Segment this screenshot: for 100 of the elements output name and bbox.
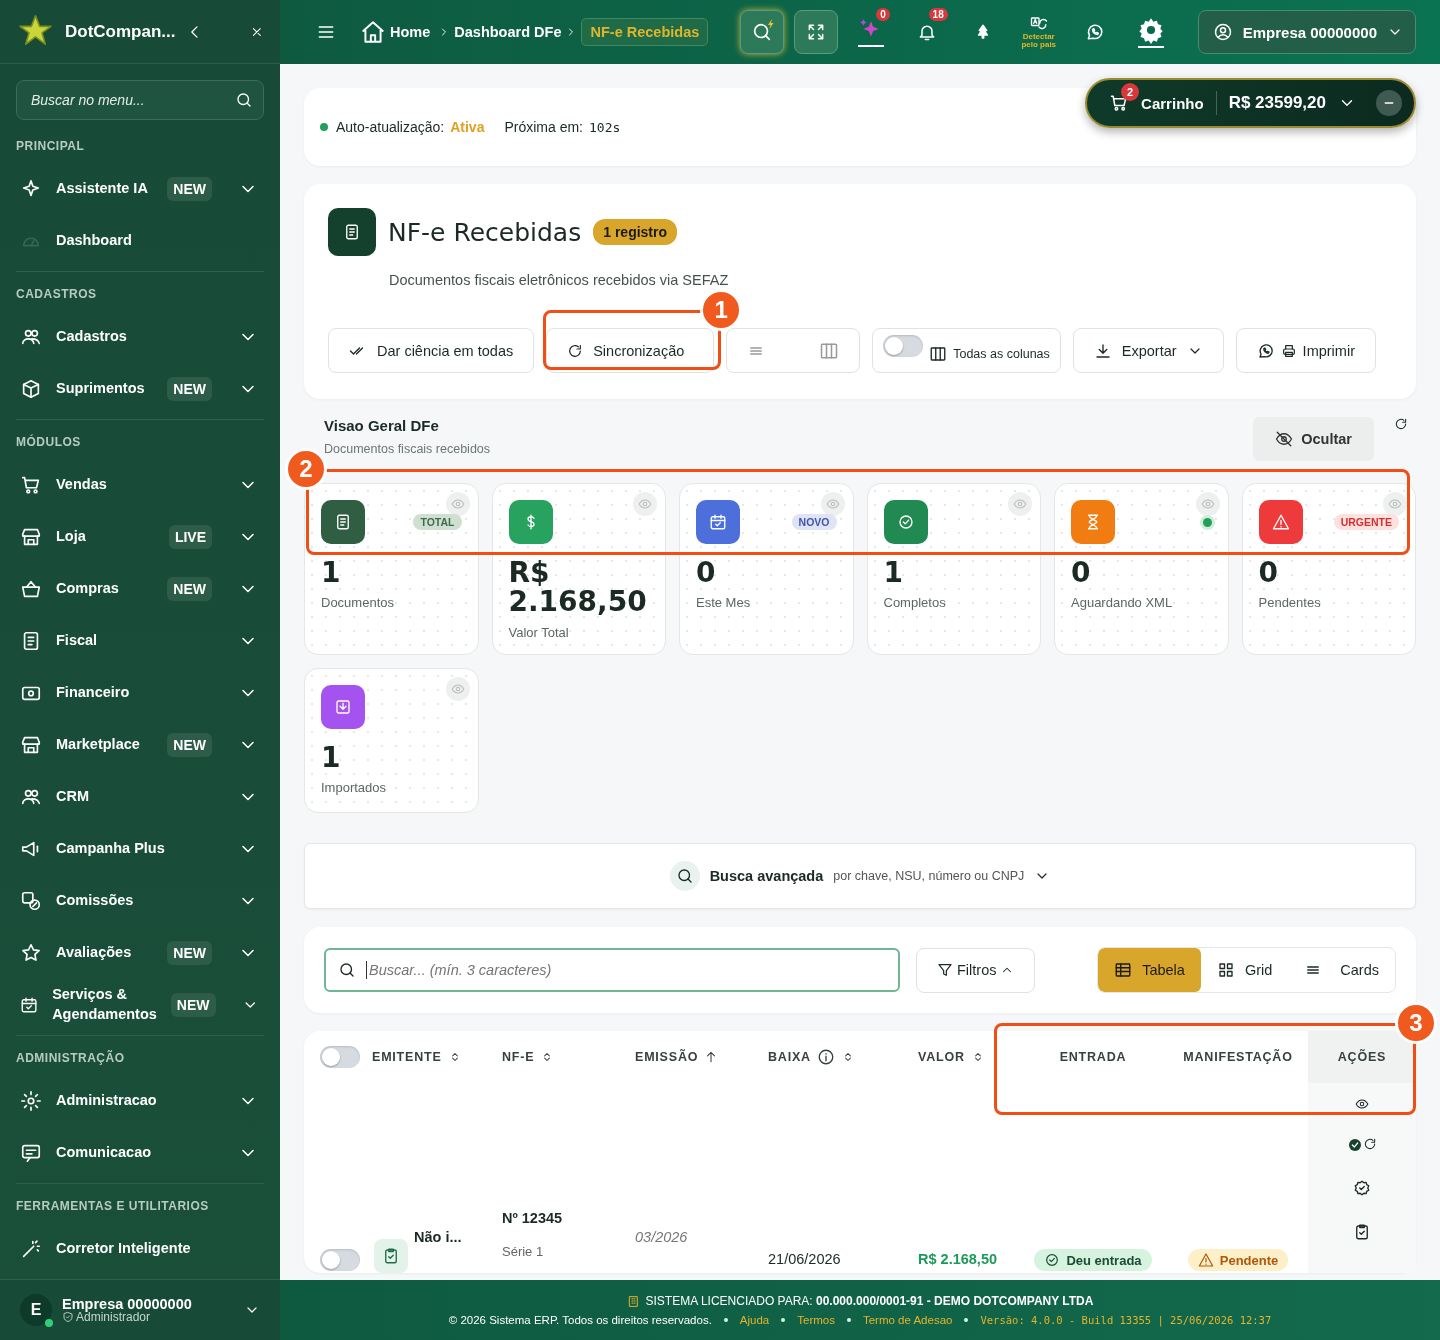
section-title: Visao Geral DFe: [324, 417, 440, 434]
menu-item[interactable]: Vendas: [0, 459, 280, 511]
menu-item[interactable]: Administracao: [0, 1075, 280, 1127]
cart-widget[interactable]: 2 Carrinho R$ 23599,20: [1085, 78, 1416, 128]
stat-label: Completos: [883, 595, 947, 611]
account-menu[interactable]: Empresa 00000000: [1197, 10, 1416, 54]
advanced-search-toggle[interactable]: Busca avançada por chave, NSU, número ou CNPJ: [304, 843, 1416, 909]
new-badge: NEW: [167, 941, 212, 965]
next-update-label: Próxima em:: [504, 119, 583, 135]
eye-off-icon: [1275, 430, 1294, 448]
footer-link[interactable]: Termo de Adesao: [862, 1314, 953, 1326]
view-tab[interactable]: Cards: [1288, 948, 1395, 992]
menu-item[interactable]: Avaliações NEW: [0, 927, 280, 979]
menu-search-input[interactable]: Buscar no menu...: [29, 91, 235, 109]
brand-name: DotCompan...: [65, 21, 176, 42]
language-hint: Detectar pelo pais: [1020, 33, 1058, 49]
stat-value: R$ 2.168,50: [508, 558, 648, 617]
stat-value: 0: [696, 558, 717, 588]
row-select-toggle[interactable]: [320, 1249, 360, 1271]
menu-item[interactable]: Comissões: [0, 875, 280, 927]
columns-icon: [929, 345, 948, 363]
license-text: SISTEMA LICENCIADO PARA: 00.000.000/0001-91 - DEMO DOTCOMPANY LTDA: [645, 1294, 1094, 1308]
column-header[interactable]: BAIXA: [768, 1050, 811, 1064]
sync-button[interactable]: Sincronização: [546, 328, 715, 373]
new-badge: NEW: [167, 377, 212, 401]
import-icon: [334, 698, 352, 716]
table-cell-text: 21/06/2026: [768, 1251, 842, 1269]
user-role: Administrador: [62, 1311, 234, 1324]
toggle-switch[interactable]: [883, 335, 924, 357]
menu-item[interactable]: Corretor Inteligente: [0, 1223, 280, 1275]
status-tag: URGENTE: [1333, 514, 1399, 530]
menu-item[interactable]: Compras NEW: [0, 563, 280, 615]
search-field[interactable]: Buscar... (mín. 3 caracteres): [324, 948, 900, 992]
eye-icon: [450, 682, 465, 696]
new-badge: NEW: [167, 177, 212, 201]
menu-search-field[interactable]: Buscar no menu...: [16, 80, 264, 120]
refresh-icon[interactable]: [1363, 1137, 1377, 1151]
badge-check-icon[interactable]: [1353, 1179, 1371, 1197]
footer-link[interactable]: Ajuda: [739, 1314, 770, 1326]
status-dot: [320, 123, 328, 131]
warning-icon: [1271, 513, 1290, 531]
menu-item[interactable]: Campanha Plus: [0, 823, 280, 875]
page-title: NF-e Recebidas: [388, 217, 582, 247]
avatar: E: [20, 1294, 52, 1326]
table-icon: [1114, 961, 1133, 979]
footer-link[interactable]: Termos: [797, 1314, 835, 1326]
view-tab[interactable]: Tabela: [1098, 948, 1201, 992]
count-badge: 2: [1121, 83, 1140, 101]
search-button[interactable]: [739, 10, 784, 54]
search-icon: [675, 867, 694, 885]
menu-item[interactable]: Loja LIVE: [0, 511, 280, 563]
column-header[interactable]: EMISSÃO: [635, 1050, 699, 1064]
fullscreen-button[interactable]: [793, 10, 838, 54]
clipboard-icon[interactable]: [1353, 1223, 1371, 1241]
menu-item[interactable]: Comunicacao: [0, 1127, 280, 1179]
all-columns-toggle[interactable]: Todas as colunas: [872, 328, 1061, 373]
menu-item[interactable]: Fiscal: [0, 615, 280, 667]
menu-item[interactable]: Financeiro: [0, 667, 280, 719]
grid-icon: [1216, 961, 1235, 979]
column-header[interactable]: NF-E: [502, 1050, 535, 1064]
filters-button[interactable]: Filtros: [916, 947, 1036, 993]
menu-item[interactable]: Marketplace NEW: [0, 719, 280, 771]
menu-item[interactable]: Serviços & Agendamentos NEW: [0, 979, 280, 1031]
count-badge: 1 registro: [593, 219, 678, 245]
section-heading: ADMINISTRAÇÃO: [15, 1049, 126, 1067]
status-tag: TOTAL: [413, 514, 462, 530]
user-name: Empresa 00000000: [62, 1296, 193, 1312]
breadcrumb-link[interactable]: Dashboard DFe: [454, 24, 562, 40]
calendar-icon: [709, 513, 727, 531]
stat-label: Documentos: [321, 595, 395, 611]
download-icon: [1093, 341, 1112, 360]
check-circle-icon[interactable]: [1347, 1137, 1363, 1153]
version-text: Versão: 4.0.0 - Build 13355 | 25/06/2026 12:37: [980, 1314, 1272, 1326]
menu-item[interactable]: CRM: [0, 771, 280, 823]
table-cell-text: Série 1: [502, 1244, 545, 1259]
column-header[interactable]: VALOR: [918, 1050, 965, 1064]
column-header[interactable]: EMITENTE: [372, 1050, 442, 1064]
menu-item[interactable]: Cadastros: [0, 311, 280, 363]
breadcrumb-link[interactable]: Home: [390, 24, 431, 40]
stat-value: 1: [321, 743, 342, 773]
export-button[interactable]: Exportar: [1072, 328, 1224, 373]
stat-label: Valor Total: [508, 624, 570, 640]
status-pill: Deu entrada: [1034, 1249, 1152, 1271]
mark-all-button[interactable]: Dar ciência em todas: [328, 328, 535, 373]
document-icon: [334, 513, 352, 531]
view-icon[interactable]: [1355, 1097, 1369, 1111]
auto-update-label: Auto-atualização:: [336, 119, 445, 135]
menu-item[interactable]: Suprimentos NEW: [0, 363, 280, 415]
refresh-icon[interactable]: [1394, 417, 1408, 431]
select-all-toggle[interactable]: [320, 1046, 360, 1068]
hide-button[interactable]: Ocultar: [1253, 417, 1374, 461]
basket-icon: [20, 578, 42, 600]
stat-label: Pendentes: [1258, 595, 1322, 611]
view-tab[interactable]: Grid: [1200, 948, 1289, 992]
menu-item[interactable]: Assistente IA NEW: [0, 163, 280, 215]
print-button[interactable]: Imprimir: [1235, 328, 1376, 373]
document-icon: [343, 223, 361, 241]
menu-item[interactable]: Dashboard: [0, 215, 280, 267]
check-circle-icon: [896, 513, 915, 531]
cart-label: Carrinho: [1141, 94, 1204, 112]
